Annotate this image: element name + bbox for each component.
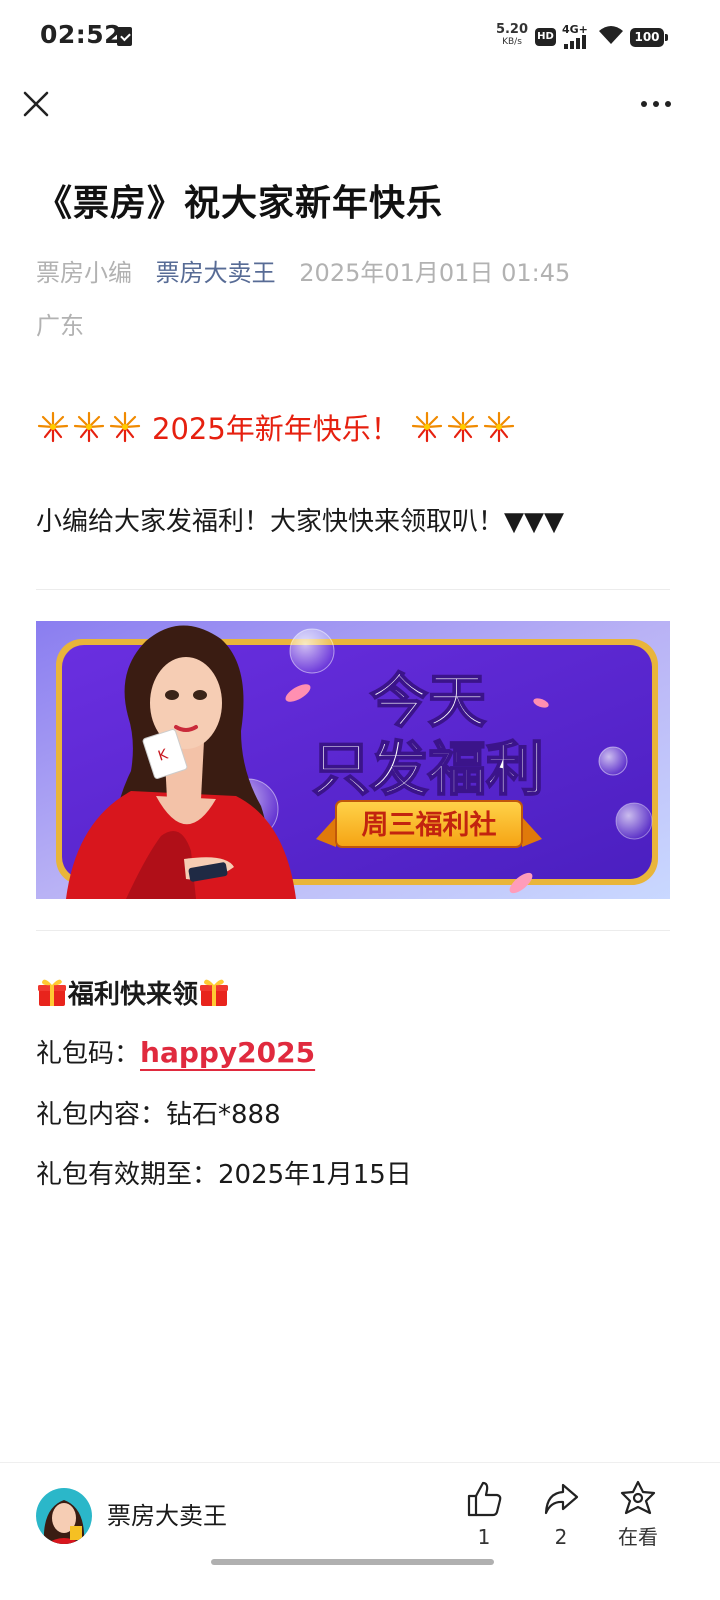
home-indicator[interactable] bbox=[211, 1559, 494, 1565]
share-count: 2 bbox=[554, 1525, 568, 1549]
sim-icon bbox=[117, 27, 132, 46]
promo-banner-image[interactable]: K 今天 只发福利 周三福利社 bbox=[36, 621, 670, 899]
firework-icon bbox=[411, 411, 442, 443]
author-name: 票房小编 bbox=[36, 259, 132, 287]
firework-icon bbox=[447, 411, 478, 443]
network-speed-unit: KB/s bbox=[502, 37, 522, 47]
thumbs-up-icon bbox=[467, 1481, 502, 1517]
gift-icon bbox=[200, 979, 229, 1006]
banner-ribbon-text: 周三福利社 bbox=[362, 809, 497, 841]
wifi-icon bbox=[599, 26, 623, 44]
share-icon bbox=[544, 1483, 579, 1515]
article-meta: 票房小编 票房大卖王 2025年01月01日 01:45 bbox=[36, 253, 570, 293]
battery-icon: 100 bbox=[630, 28, 668, 47]
close-button[interactable] bbox=[16, 84, 56, 124]
intro-text: 小编给大家发福利！大家快快来领取叭！▼▼▼ bbox=[36, 507, 564, 537]
bottom-bar-divider bbox=[0, 1462, 720, 1463]
publish-date: 2025年01月01日 01:45 bbox=[299, 259, 571, 287]
close-icon bbox=[23, 91, 49, 117]
firework-icon bbox=[37, 411, 69, 443]
article-title: 《票房》祝大家新年快乐 bbox=[36, 183, 444, 224]
flower-icon bbox=[620, 1480, 656, 1515]
gift-code-label: 礼包码： bbox=[36, 1039, 141, 1069]
like-button[interactable]: 1 bbox=[454, 1478, 514, 1558]
gift-content-line: 礼包内容：钻石*888 bbox=[36, 1100, 281, 1130]
divider bbox=[36, 930, 670, 931]
divider bbox=[36, 589, 670, 590]
banner-headline-2: 只发福利 bbox=[312, 735, 544, 803]
gift-expiry-line: 礼包有效期至：2025年1月15日 bbox=[36, 1160, 412, 1190]
greeting-line: 2025年新年快乐！ bbox=[36, 404, 518, 450]
banner-headline-1: 今天 bbox=[370, 667, 486, 735]
firework-icon bbox=[109, 411, 141, 443]
status-bar: 02:52 5.20 KB/s HD 4G+ 100 bbox=[0, 0, 720, 72]
signal-icon: 4G+ bbox=[562, 23, 590, 49]
firework-icon bbox=[483, 411, 514, 443]
account-link[interactable]: 票房大卖王 bbox=[156, 259, 276, 287]
firework-icon bbox=[73, 411, 105, 443]
more-button[interactable] bbox=[634, 88, 678, 120]
greeting-text: 2025年新年快乐！ bbox=[152, 412, 400, 446]
status-time: 02:52 bbox=[40, 20, 123, 49]
welfare-heading-text: 福利快来领 bbox=[68, 979, 199, 1010]
gift-code-value[interactable]: happy2025 bbox=[140, 1036, 315, 1069]
like-count: 1 bbox=[477, 1525, 491, 1549]
account-avatar[interactable] bbox=[36, 1488, 92, 1544]
more-icon bbox=[641, 101, 647, 107]
gift-icon bbox=[38, 979, 66, 1006]
gift-code-line: 礼包码：happy2025 bbox=[36, 1031, 315, 1076]
network-speed: 5.20 KB/s bbox=[494, 23, 530, 49]
hd-icon: HD bbox=[535, 28, 556, 46]
watching-label: 在看 bbox=[618, 1525, 658, 1549]
bottom-account-name[interactable]: 票房大卖王 bbox=[107, 1496, 227, 1536]
network-speed-value: 5.20 bbox=[495, 22, 529, 37]
share-button[interactable]: 2 bbox=[531, 1478, 591, 1558]
welfare-heading: 福利快来领 bbox=[36, 970, 230, 1014]
banner-artwork: K 今天 只发福利 周三福利社 bbox=[36, 621, 670, 899]
publish-region: 广东 bbox=[36, 312, 84, 340]
avatar-image bbox=[36, 1488, 92, 1544]
watching-button[interactable]: 在看 bbox=[608, 1478, 668, 1558]
